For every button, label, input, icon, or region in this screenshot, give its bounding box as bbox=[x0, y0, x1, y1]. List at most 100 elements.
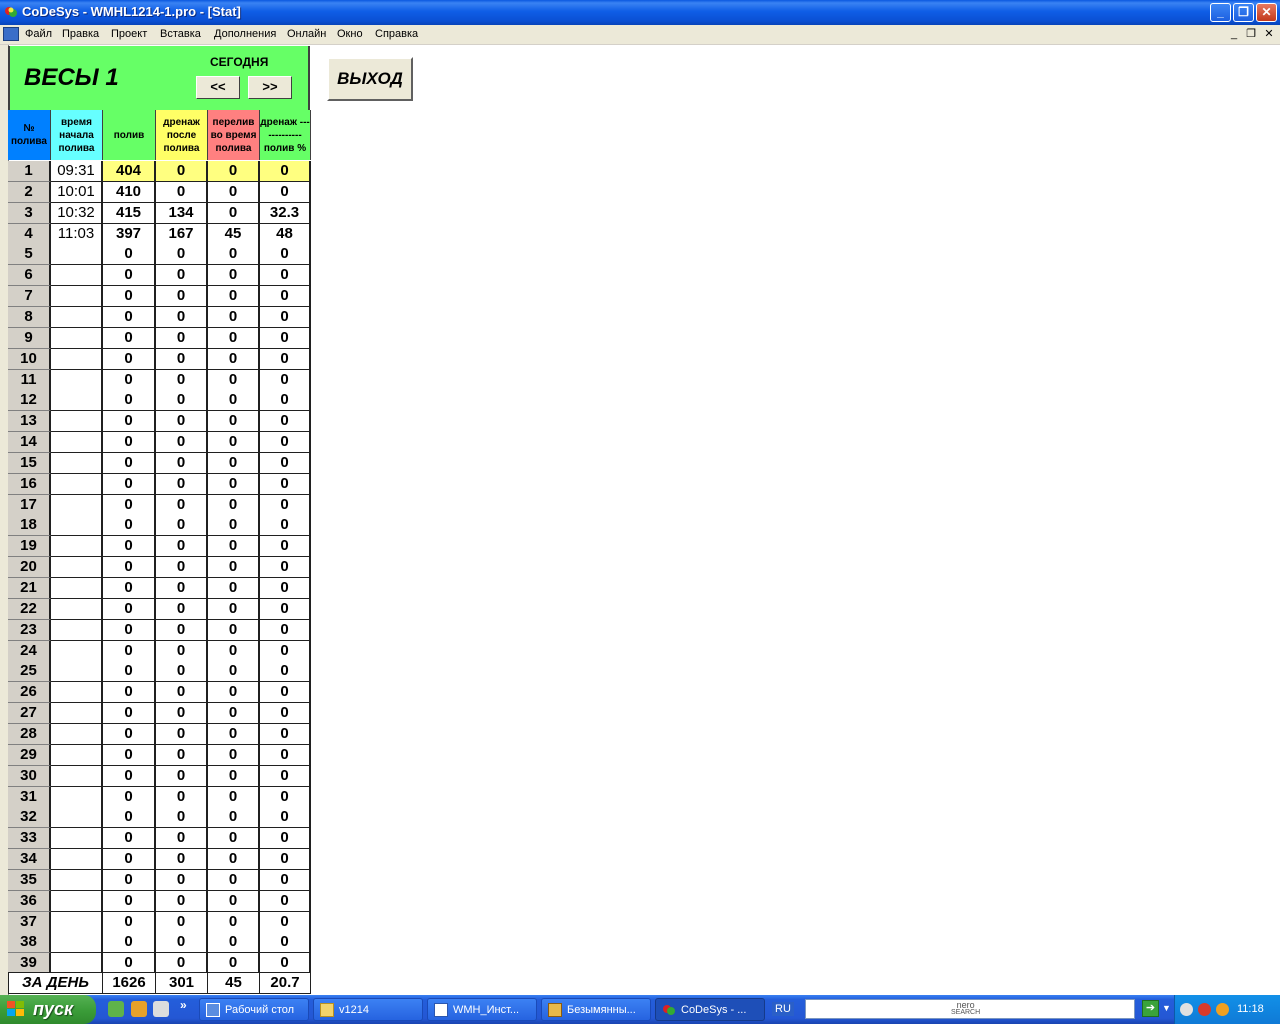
mdi-minimize-button[interactable]: _ bbox=[1227, 28, 1241, 41]
start-label: пуск bbox=[33, 999, 74, 1019]
start-time-cell bbox=[51, 890, 103, 912]
tray-collapse-icon[interactable] bbox=[1180, 1003, 1193, 1016]
quicklaunch-more-icon[interactable]: » bbox=[180, 998, 187, 1012]
overflow-cell: 0 bbox=[208, 432, 260, 454]
overflow-cell: 45 bbox=[208, 223, 260, 245]
task-folder-v1214[interactable]: v1214 bbox=[313, 998, 423, 1021]
row-number-cell: 32 bbox=[8, 807, 51, 829]
row-number-cell: 7 bbox=[8, 286, 51, 308]
drainage-percent-cell: 0 bbox=[260, 411, 311, 433]
drainage-cell: 0 bbox=[156, 682, 208, 704]
row-number-cell: 18 bbox=[8, 515, 51, 537]
minimize-button[interactable]: _ bbox=[1210, 3, 1231, 22]
task-label: WMH_Инст... bbox=[453, 1004, 520, 1016]
title-bar: CoDeSys - WMHL1214-1.pro - [Stat] _ ❐ ✕ bbox=[0, 0, 1280, 25]
irrigation-cell: 0 bbox=[103, 682, 156, 704]
mdi-restore-button[interactable]: ❐ bbox=[1244, 28, 1258, 41]
drainage-percent-cell: 0 bbox=[260, 869, 311, 891]
overflow-cell: 0 bbox=[208, 327, 260, 349]
drainage-percent-cell: 0 bbox=[260, 598, 311, 620]
codesys-tray-icon[interactable] bbox=[1198, 1003, 1211, 1016]
drainage-cell: 0 bbox=[156, 473, 208, 495]
document-window-icon[interactable] bbox=[3, 27, 19, 41]
overflow-cell: 0 bbox=[208, 306, 260, 328]
irrigation-cell: 0 bbox=[103, 390, 156, 412]
nero-search-input[interactable]: nero SEARCH bbox=[805, 999, 1135, 1019]
table-row: 11 0 0 0 0 bbox=[8, 369, 312, 391]
table-row: 27 0 0 0 0 bbox=[8, 703, 312, 725]
drainage-percent-cell: 0 bbox=[260, 661, 311, 683]
start-time-cell bbox=[51, 869, 103, 891]
irrigation-cell: 0 bbox=[103, 411, 156, 433]
drainage-cell: 0 bbox=[156, 911, 208, 933]
menu-insert[interactable]: Вставка bbox=[160, 28, 201, 40]
table-row: 2 10:01 410 0 0 0 bbox=[8, 181, 312, 203]
start-time-cell bbox=[51, 598, 103, 620]
browser-icon[interactable] bbox=[131, 1001, 147, 1017]
irrigation-cell: 0 bbox=[103, 578, 156, 599]
irrigation-cell: 0 bbox=[103, 828, 156, 850]
language-indicator[interactable]: RU bbox=[772, 1002, 794, 1016]
table-row: 32 0 0 0 0 bbox=[8, 807, 312, 829]
drainage-cell: 0 bbox=[156, 515, 208, 537]
start-time-cell bbox=[51, 640, 103, 662]
search-go-icon[interactable]: ➔ bbox=[1142, 1000, 1159, 1017]
row-number-cell: 28 bbox=[8, 723, 51, 745]
overflow-cell: 0 bbox=[208, 619, 260, 641]
task-paint[interactable]: Безымянны... bbox=[541, 998, 651, 1021]
start-time-cell bbox=[51, 723, 103, 745]
overflow-cell: 0 bbox=[208, 661, 260, 683]
previous-day-button[interactable]: << bbox=[196, 76, 240, 99]
table-row: 31 0 0 0 0 bbox=[8, 786, 312, 808]
search-dropdown-icon[interactable]: ▼ bbox=[1162, 1003, 1171, 1013]
row-number-cell: 27 bbox=[8, 703, 51, 725]
drainage-cell: 0 bbox=[156, 869, 208, 891]
row-number-cell: 9 bbox=[8, 327, 51, 349]
menu-online[interactable]: Онлайн bbox=[287, 28, 326, 40]
menu-help[interactable]: Справка bbox=[375, 28, 418, 40]
table-row: 19 0 0 0 0 bbox=[8, 536, 312, 558]
irrigation-cell: 397 bbox=[103, 223, 156, 245]
table-row: 34 0 0 0 0 bbox=[8, 849, 312, 871]
menu-project[interactable]: Проект bbox=[111, 28, 147, 40]
paint-quicklaunch-icon[interactable] bbox=[153, 1001, 169, 1017]
drainage-percent-cell: 0 bbox=[260, 244, 311, 266]
next-day-button[interactable]: >> bbox=[248, 76, 292, 99]
drainage-percent-cell: 0 bbox=[260, 432, 311, 454]
menu-extras[interactable]: Дополнения bbox=[214, 28, 276, 40]
start-time-cell bbox=[51, 286, 103, 308]
drainage-percent-cell: 0 bbox=[260, 557, 311, 579]
row-number-cell: 24 bbox=[8, 640, 51, 662]
row-number-cell: 2 bbox=[8, 181, 51, 203]
drainage-cell: 0 bbox=[156, 181, 208, 203]
antivirus-tray-icon[interactable] bbox=[1216, 1003, 1229, 1016]
table-row: 37 0 0 0 0 bbox=[8, 911, 312, 933]
start-button[interactable]: пуск bbox=[0, 995, 96, 1024]
daily-total-row: ЗА ДЕНЬ 1626 301 45 20.7 bbox=[8, 972, 312, 994]
row-number-cell: 36 bbox=[8, 890, 51, 912]
drainage-cell: 0 bbox=[156, 557, 208, 579]
overflow-cell: 0 bbox=[208, 640, 260, 662]
row-number-cell: 21 bbox=[8, 578, 51, 599]
drainage-percent-cell: 32.3 bbox=[260, 202, 311, 224]
menu-file[interactable]: Файл bbox=[25, 28, 52, 40]
menu-edit[interactable]: Правка bbox=[62, 28, 99, 40]
menu-window[interactable]: Окно bbox=[337, 28, 363, 40]
start-time-cell bbox=[51, 515, 103, 537]
overflow-cell: 0 bbox=[208, 348, 260, 370]
table-row: 17 0 0 0 0 bbox=[8, 494, 312, 516]
task-codesys[interactable]: CoDeSys - ... bbox=[655, 998, 765, 1021]
overflow-cell: 0 bbox=[208, 828, 260, 850]
row-number-cell: 33 bbox=[8, 828, 51, 850]
utorrent-icon[interactable] bbox=[108, 1001, 124, 1017]
drainage-percent-cell: 0 bbox=[260, 327, 311, 349]
task-word-document[interactable]: WMH_Инст... bbox=[427, 998, 537, 1021]
row-number-cell: 14 bbox=[8, 432, 51, 454]
maximize-button[interactable]: ❐ bbox=[1233, 3, 1254, 22]
total-overflow: 45 bbox=[208, 972, 260, 994]
exit-button[interactable]: ВЫХОД bbox=[327, 57, 413, 101]
close-button[interactable]: ✕ bbox=[1256, 3, 1277, 22]
drainage-cell: 0 bbox=[156, 411, 208, 433]
task-desktop[interactable]: Рабочий стол bbox=[199, 998, 309, 1021]
mdi-close-button[interactable]: ✕ bbox=[1262, 28, 1276, 41]
